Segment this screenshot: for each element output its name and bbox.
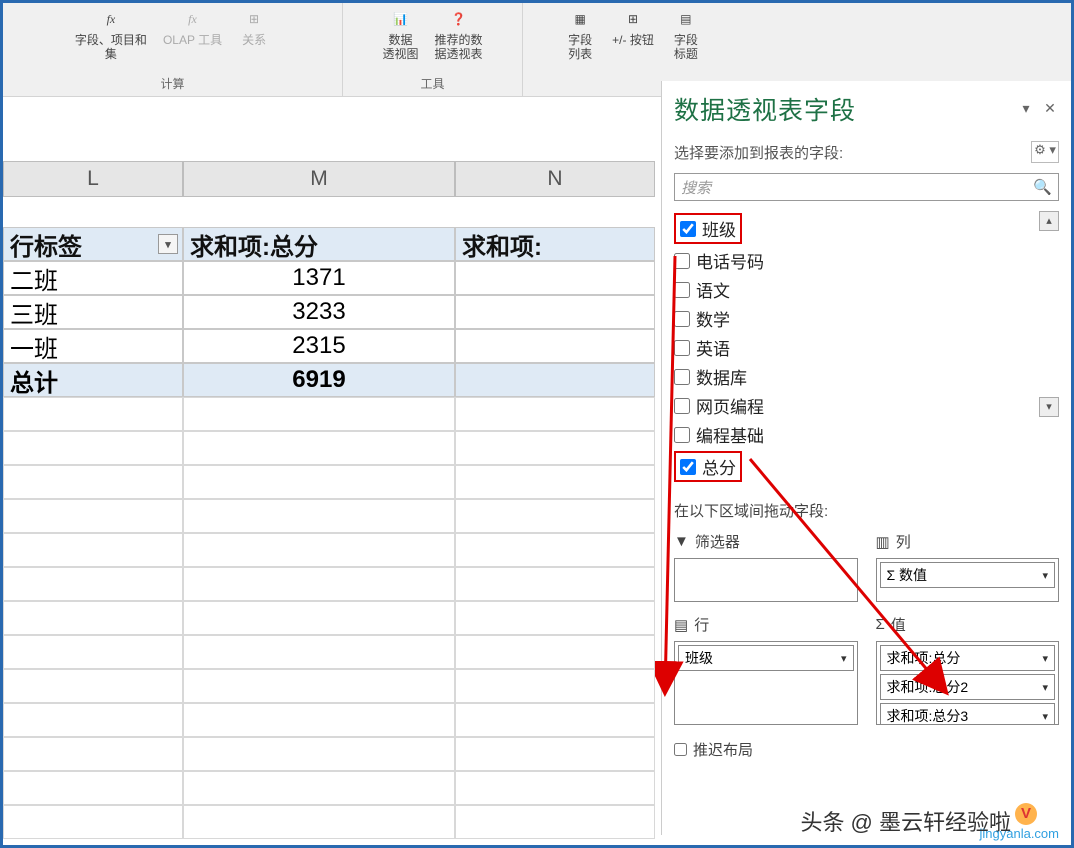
pivot-data-row: 二班 1371 (3, 261, 655, 295)
pivot-sum2-header[interactable]: 求和项: (455, 227, 655, 261)
field-item-banji[interactable]: 班级 (674, 211, 1059, 246)
search-icon: 🔍 (1033, 178, 1052, 196)
scroll-up-icon[interactable]: ▴ (1039, 211, 1059, 231)
field-checkbox[interactable] (674, 427, 690, 443)
ribbon-group-compute-label: 计算 (13, 73, 332, 96)
plusminus-icon: ⊞ (628, 12, 638, 26)
field-item-shujuku[interactable]: 数据库 (674, 362, 1059, 391)
filter-dropdown-icon[interactable]: ▾ (158, 234, 178, 254)
field-checkbox[interactable] (674, 282, 690, 298)
pivot-data-row: 三班 3233 (3, 295, 655, 329)
pane-close-icon[interactable]: ✕ (1041, 100, 1059, 118)
zone-item-sum2[interactable]: 求和项:总分2▾ (880, 674, 1056, 700)
pivot-field-pane: 数据透视表字段 ▾ ✕ 选择要添加到报表的字段: ⚙ ▾ 搜索 🔍 ▴ ▾ 班级… (661, 81, 1071, 835)
watermark-url: jingyanla.com (980, 826, 1060, 841)
drop-zones: ▼筛选器 ▥列 Σ 数值▾ ▤行 班级▾ Σ值 求和项:总分▾ 求和项:总分2▾… (674, 531, 1059, 725)
chevron-down-icon[interactable]: ▾ (1042, 681, 1048, 694)
field-list: ▴ ▾ 班级 电话号码 语文 数学 英语 数据库 网页编程 编程基础 总分 (674, 211, 1059, 484)
field-item-yuwen[interactable]: 语文 (674, 275, 1059, 304)
ribbon-group-tools-label: 工具 (353, 73, 512, 96)
pivot-row-label[interactable]: 三班 (3, 295, 183, 329)
pivot-row-label[interactable]: 二班 (3, 261, 183, 295)
olap-icon: fx (188, 12, 197, 27)
field-checkbox[interactable] (674, 253, 690, 269)
pivot-total-row: 总计 6919 (3, 363, 655, 397)
field-item-wangye[interactable]: 网页编程 (674, 391, 1059, 420)
field-checkbox[interactable] (674, 398, 690, 414)
pivot-value[interactable]: 1371 (183, 261, 455, 295)
chevron-down-icon[interactable]: ▾ (1042, 569, 1048, 582)
fieldlist-icon: ▦ (574, 12, 585, 26)
relation-icon: ⊞ (249, 12, 259, 26)
gear-icon[interactable]: ⚙ ▾ (1031, 141, 1059, 163)
pivot-header-row: 行标签 ▾ 求和项:总分 求和项: (3, 227, 655, 261)
defer-checkbox[interactable] (674, 743, 687, 756)
zone-columns: ▥列 Σ 数值▾ (876, 531, 1060, 602)
pivot-data-row: 一班 2315 (3, 329, 655, 363)
watermark-badge: V (1015, 803, 1037, 825)
ribbon-btn-headers[interactable]: ▤ 字段 标题 (666, 5, 706, 63)
zone-item-sum3[interactable]: 求和项:总分3▾ (880, 703, 1056, 725)
field-item-bianchen[interactable]: 编程基础 (674, 420, 1059, 449)
ribbon-btn-recommended[interactable]: ❓ 推荐的数 据透视表 (431, 5, 487, 63)
chevron-down-icon[interactable]: ▾ (1042, 652, 1048, 665)
field-item-yingyu[interactable]: 英语 (674, 333, 1059, 362)
field-item-shuxue[interactable]: 数学 (674, 304, 1059, 333)
col-header-N[interactable]: N (455, 161, 655, 197)
zone-item-banji[interactable]: 班级▾ (678, 645, 854, 671)
pivot-total-label[interactable]: 总计 (3, 363, 183, 397)
field-item-zongfen[interactable]: 总分 (674, 449, 1059, 484)
pivot-sum1-header[interactable]: 求和项:总分 (183, 227, 455, 261)
ribbon-btn-olap[interactable]: fx OLAP 工具 (159, 5, 226, 49)
pane-dropdown-icon[interactable]: ▾ (1017, 100, 1035, 118)
pane-subtitle: 选择要添加到报表的字段: (674, 142, 843, 163)
ribbon-btn-fields-items-sets[interactable]: fx 字段、项目和 集 (71, 5, 151, 63)
fx-icon: fx (107, 12, 116, 27)
chevron-down-icon[interactable]: ▾ (841, 652, 847, 665)
scroll-down-icon[interactable]: ▾ (1039, 397, 1059, 417)
field-checkbox[interactable] (680, 459, 696, 475)
zone-filter-box[interactable] (674, 558, 858, 602)
pivot-row-label-header[interactable]: 行标签 ▾ (3, 227, 183, 261)
pivot-value[interactable]: 3233 (183, 295, 455, 329)
pane-title: 数据透视表字段 (674, 91, 1011, 127)
pivot-value[interactable]: 2315 (183, 329, 455, 363)
rows-icon: ▤ (674, 616, 688, 634)
zone-values-box[interactable]: 求和项:总分▾ 求和项:总分2▾ 求和项:总分3▾ (876, 641, 1060, 725)
zone-rows: ▤行 班级▾ (674, 614, 858, 725)
zone-values: Σ值 求和项:总分▾ 求和项:总分2▾ 求和项:总分3▾ (876, 614, 1060, 725)
ribbon-btn-fieldlist[interactable]: ▦ 字段 列表 (560, 5, 600, 63)
field-checkbox[interactable] (674, 369, 690, 385)
zone-item-sigma[interactable]: Σ 数值▾ (880, 562, 1056, 588)
pivot-total-value[interactable]: 6919 (183, 363, 455, 397)
field-checkbox[interactable] (674, 311, 690, 327)
drag-label: 在以下区域间拖动字段: (674, 500, 1059, 521)
headers-icon: ▤ (680, 12, 691, 26)
column-headers: L M N (3, 161, 655, 197)
defer-layout-row[interactable]: 推迟布局 (674, 739, 1059, 760)
ribbon-btn-relation[interactable]: ⊞ 关系 (234, 5, 274, 49)
zone-item-sum1[interactable]: 求和项:总分▾ (880, 645, 1056, 671)
field-item-phone[interactable]: 电话号码 (674, 246, 1059, 275)
search-input[interactable]: 搜索 🔍 (674, 173, 1059, 201)
recommended-icon: ❓ (451, 12, 466, 26)
pivot-row-label[interactable]: 一班 (3, 329, 183, 363)
zone-columns-box[interactable]: Σ 数值▾ (876, 558, 1060, 602)
zone-rows-box[interactable]: 班级▾ (674, 641, 858, 725)
ribbon-btn-plusminus[interactable]: ⊞ +/- 按钮 (608, 5, 658, 49)
field-checkbox[interactable] (680, 221, 696, 237)
pivotchart-icon: 📊 (393, 12, 408, 26)
values-icon: Σ (876, 616, 885, 633)
col-header-L[interactable]: L (3, 161, 183, 197)
pivot-table: 行标签 ▾ 求和项:总分 求和项: 二班 1371 三班 3233 一班 231… (3, 227, 655, 839)
ribbon-btn-pivotchart[interactable]: 📊 数据 透视图 (378, 5, 422, 63)
field-checkbox[interactable] (674, 340, 690, 356)
filter-icon: ▼ (674, 533, 689, 550)
zone-filter: ▼筛选器 (674, 531, 858, 602)
columns-icon: ▥ (876, 533, 890, 551)
col-header-M[interactable]: M (183, 161, 455, 197)
chevron-down-icon[interactable]: ▾ (1042, 710, 1048, 723)
